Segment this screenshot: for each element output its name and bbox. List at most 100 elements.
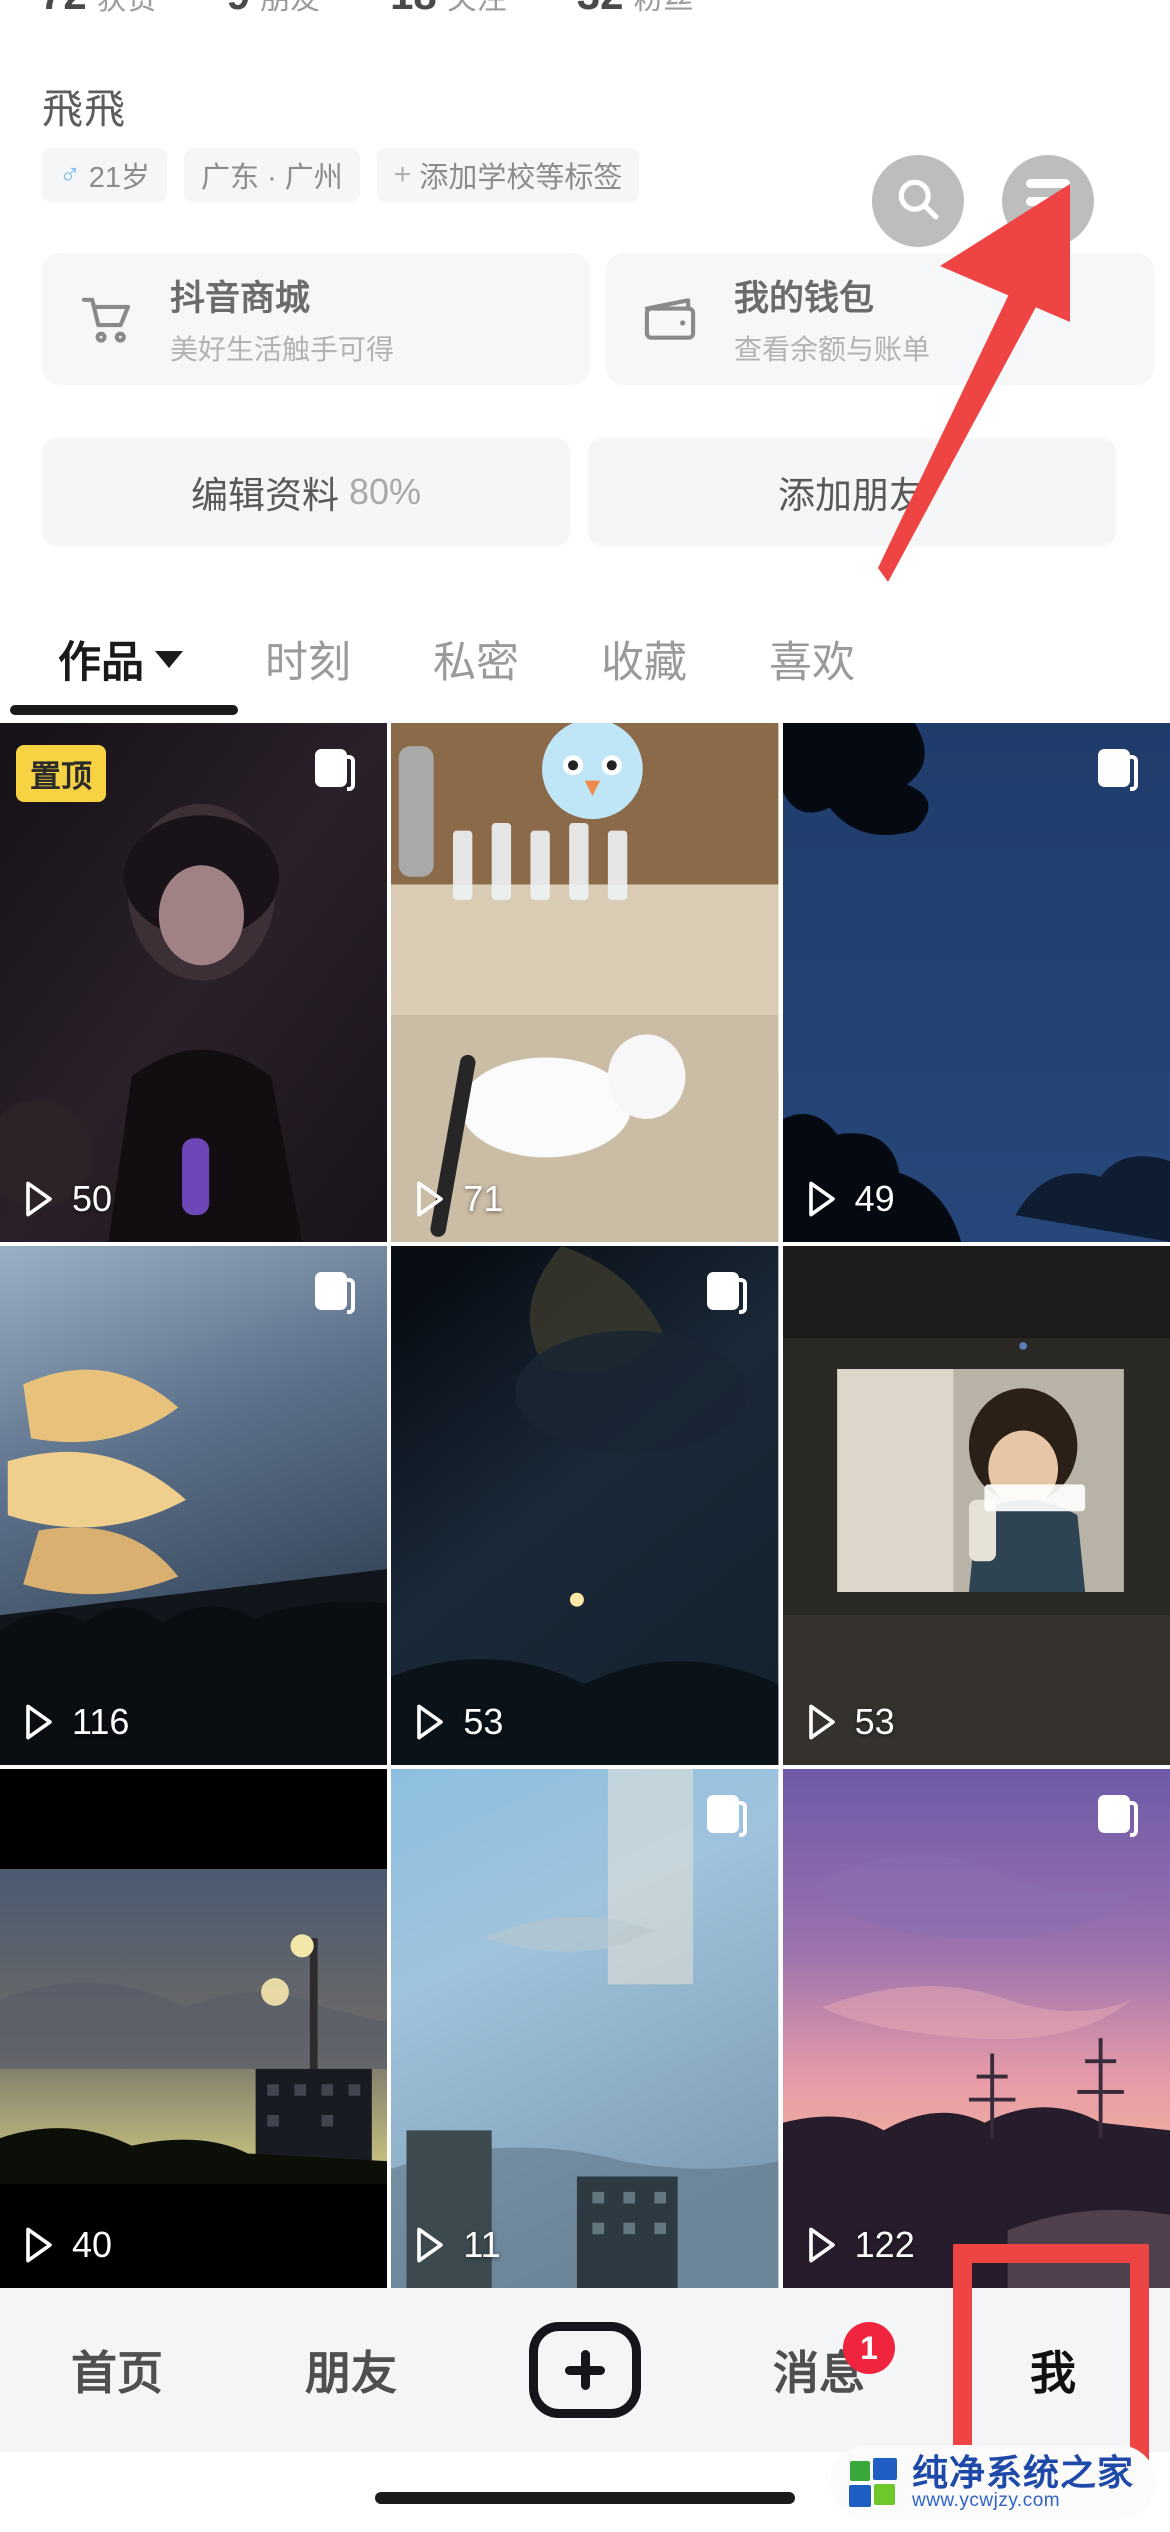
video-cell[interactable]: 40: [0, 1769, 388, 2288]
video-grid: 置顶 50 71 49 116 53 53 40 11 122: [0, 723, 1170, 2288]
edit-profile-percent: 80%: [348, 471, 422, 512]
multi-image-icon: [309, 747, 361, 805]
stat-value: 32: [577, 0, 624, 16]
stat-likes[interactable]: 72 获赞: [40, 0, 157, 16]
nav-label: 我: [1030, 2347, 1076, 2399]
bottom-navigation: 首页 朋友 消息 1 我: [0, 2288, 1170, 2452]
play-count: 53: [413, 1701, 503, 1743]
play-icon: [805, 1702, 839, 1742]
active-tab-indicator: [10, 705, 238, 715]
nav-item-create[interactable]: [468, 2288, 702, 2452]
hamburger-menu-icon: [1026, 178, 1070, 224]
nav-item-me[interactable]: 我: [936, 2288, 1170, 2452]
play-icon: [413, 1702, 447, 1742]
multi-image-icon: [1092, 747, 1144, 805]
profile-tag-list: ♂ 21岁 广东 · 广州 + 添加学校等标签: [42, 148, 640, 202]
pinned-badge: 置顶: [16, 745, 106, 802]
multi-image-icon: [701, 1270, 753, 1328]
tab-likes[interactable]: 喜欢: [769, 628, 855, 690]
edit-profile-label: 编辑资料: [190, 475, 339, 516]
nav-label: 朋友: [305, 2347, 397, 2399]
video-cell[interactable]: 116: [0, 1246, 388, 1765]
play-count: 71: [413, 1178, 503, 1220]
video-cell[interactable]: 11: [391, 1769, 779, 2288]
tab-label: 喜欢: [769, 639, 855, 687]
phone-screen: 72 获赞 9 朋友 18 关注 32 粉丝 飛飛 ♂ 21岁 广东 · 广州 …: [0, 0, 1170, 2532]
play-icon: [413, 2225, 447, 2265]
video-thumbnail: [782, 1246, 1170, 1765]
male-icon: ♂: [59, 158, 81, 191]
message-badge: 1: [843, 2322, 895, 2374]
stat-followers[interactable]: 32 粉丝: [577, 0, 694, 16]
multi-image-icon: [1092, 1793, 1144, 1851]
video-thumbnail: [0, 1769, 388, 2288]
tag-chip-location[interactable]: 广东 · 广州: [184, 148, 360, 202]
shopping-cart-icon: [68, 281, 144, 357]
tab-works[interactable]: 作品: [58, 628, 183, 690]
profile-action-buttons: 编辑资料 80% 添加朋友: [42, 438, 1116, 546]
card-douyin-mall[interactable]: 抖音商城 美好生活触手可得: [42, 253, 590, 385]
chevron-down-icon[interactable]: [155, 650, 183, 668]
plus-create-icon: [529, 2322, 641, 2418]
play-icon: [22, 1179, 56, 1219]
stat-label: 粉丝: [634, 0, 694, 15]
video-cell[interactable]: 53: [782, 1246, 1170, 1765]
card-subtitle: 美好生活触手可得: [170, 334, 395, 365]
watermark-url: www.ycwjzy.com: [911, 2490, 1061, 2511]
tag-chip-age[interactable]: ♂ 21岁: [42, 148, 168, 202]
play-count-value: 71: [463, 1178, 504, 1219]
play-count-value: 53: [854, 1701, 895, 1742]
search-icon: [892, 173, 944, 230]
play-count: 11: [413, 2224, 501, 2266]
profile-nickname: 飛飛: [42, 86, 126, 132]
tab-moments[interactable]: 时刻: [265, 628, 351, 690]
edit-profile-button[interactable]: 编辑资料 80%: [42, 438, 570, 546]
play-count-value: 50: [72, 1178, 113, 1219]
video-cell[interactable]: 122: [782, 1769, 1170, 2288]
play-count-value: 116: [72, 1701, 130, 1742]
play-count-value: 49: [854, 1178, 895, 1219]
tab-label: 私密: [433, 639, 519, 687]
video-cell[interactable]: 53: [391, 1246, 779, 1765]
play-count-value: 122: [854, 2224, 915, 2265]
watermark: 纯净系统之家 www.ycwjzy.com: [829, 2445, 1156, 2520]
tab-private[interactable]: 私密: [433, 628, 519, 690]
play-count: 49: [805, 1178, 895, 1220]
stat-following[interactable]: 18 关注: [390, 0, 507, 16]
play-icon: [22, 2225, 56, 2265]
tag-chip-add-school[interactable]: + 添加学校等标签: [376, 148, 640, 202]
home-indicator: [375, 2492, 795, 2504]
video-thumbnail: [391, 723, 779, 1242]
video-cell[interactable]: 71: [391, 723, 779, 1242]
menu-button[interactable]: [1002, 155, 1094, 247]
card-title: 我的钱包: [734, 279, 875, 318]
quick-action-cards: 抖音商城 美好生活触手可得 我的钱包 查看余额与账单 保: [42, 253, 1170, 385]
stat-value: 9: [227, 0, 250, 16]
tag-label: 21岁: [88, 162, 151, 194]
search-button[interactable]: [872, 155, 964, 247]
nav-item-home[interactable]: 首页: [0, 2288, 234, 2452]
play-count: 40: [22, 2224, 112, 2266]
nav-item-messages[interactable]: 消息 1: [702, 2288, 936, 2452]
stat-value: 72: [40, 0, 87, 16]
play-count-value: 53: [463, 1701, 504, 1742]
tab-label: 作品: [58, 639, 144, 687]
video-cell[interactable]: 置顶 50: [0, 723, 388, 1242]
card-title: 抖音商城: [170, 279, 311, 318]
content-tabs: 作品 时刻 私密 收藏 喜欢: [0, 600, 1170, 718]
video-cell[interactable]: 49: [782, 723, 1170, 1242]
card-my-wallet[interactable]: 我的钱包 查看余额与账单: [606, 253, 1154, 385]
play-icon: [805, 1179, 839, 1219]
play-icon: [413, 1179, 447, 1219]
nav-item-friends[interactable]: 朋友: [234, 2288, 468, 2452]
play-count-value: 40: [72, 2224, 113, 2265]
tag-label: 广东 · 广州: [201, 162, 343, 194]
add-friend-button[interactable]: 添加朋友: [588, 438, 1116, 546]
play-count: 53: [805, 1701, 895, 1743]
play-count: 116: [22, 1701, 129, 1743]
multi-image-icon: [701, 1793, 753, 1851]
tab-favorites[interactable]: 收藏: [601, 628, 687, 690]
card-subtitle: 查看余额与账单: [734, 334, 931, 365]
stat-label: 朋友: [260, 0, 320, 15]
stat-friends[interactable]: 9 朋友: [227, 0, 320, 16]
